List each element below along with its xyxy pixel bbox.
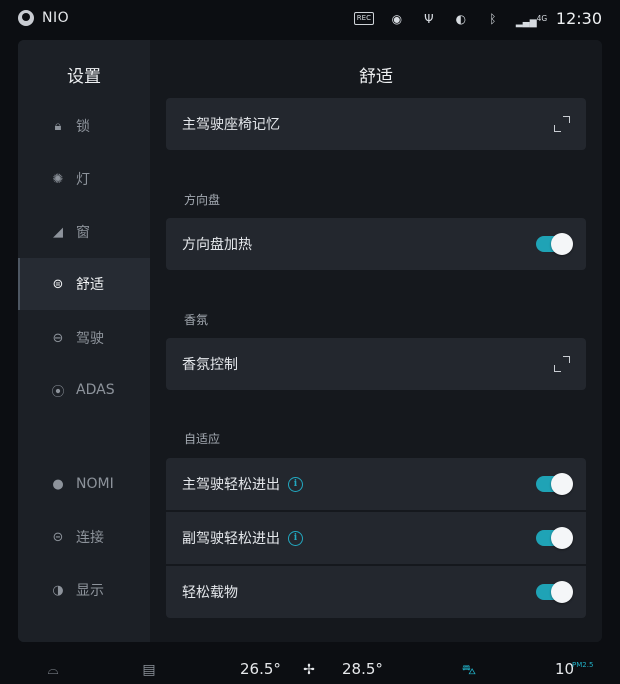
section-fragrance: 香氛 <box>184 313 209 327</box>
driver-easy-entry-row: 主驾驶轻松进出 i <box>166 458 586 510</box>
brand-label: NIO <box>42 10 70 26</box>
steering-heat-toggle[interactable] <box>536 233 573 255</box>
info-icon[interactable]: i <box>288 476 303 492</box>
toggle-knob <box>551 527 573 549</box>
signal-icon: ▂▄▆4G <box>515 13 548 28</box>
sidebar-item-label: 驾驶 <box>76 331 104 347</box>
sidebar-item-label: NOMI <box>76 476 114 492</box>
nomi-icon: ● <box>52 476 64 492</box>
sidebar: 设置 🔒︎ 锁 ✺ 灯 ◢ 窗 ⊜ 舒适 ⊖ 驾驶 ⦿ ADAS ● NOMI <box>18 40 150 642</box>
settings-panel: 设置 🔒︎ 锁 ✺ 灯 ◢ 窗 ⊜ 舒适 ⊖ 驾驶 ⦿ ADAS ● NOMI <box>18 40 602 642</box>
sidebar-item-label: 连接 <box>76 530 104 546</box>
nio-logo-icon <box>18 10 34 26</box>
page-title: 舒适 <box>359 67 393 87</box>
sidebar-item-light[interactable]: ✺ 灯 <box>18 153 150 205</box>
expand-icon[interactable] <box>554 356 570 372</box>
sidebar-item-label: 灯 <box>76 172 90 188</box>
wireless-charge-icon: ◐ <box>455 11 467 26</box>
passenger-easy-entry-label: 副驾驶轻松进出 <box>182 531 280 547</box>
section-adaptive: 自适应 <box>184 432 221 446</box>
sidebar-item-display[interactable]: ◑ 显示 <box>18 564 150 616</box>
bluetooth-icon: ᛒ <box>489 11 497 26</box>
sidebar-item-comfort[interactable]: ⊜ 舒适 <box>18 258 150 310</box>
link-icon: ⊝ <box>52 529 64 545</box>
sidebar-title: 设置 <box>67 67 101 87</box>
right-temperature[interactable]: 28.5° <box>342 660 383 678</box>
sidebar-item-nomi[interactable]: ● NOMI <box>18 458 150 510</box>
steering-heat-row: 方向盘加热 <box>166 218 586 270</box>
rec-icon: REC <box>353 12 374 25</box>
sidebar-item-label: 锁 <box>76 119 90 135</box>
toggle-knob <box>551 581 573 603</box>
driver-easy-entry-label: 主驾驶轻松进出 <box>182 477 280 493</box>
seat-memory-label: 主驾驶座椅记忆 <box>182 117 280 133</box>
front-defrost-icon[interactable]: ⌓ <box>40 662 66 678</box>
sidebar-item-label: 舒适 <box>76 277 104 293</box>
signal-type: 4G <box>536 13 548 23</box>
rear-defrost-icon[interactable]: ▤ <box>136 662 162 678</box>
left-temperature[interactable]: 26.5° <box>240 660 281 678</box>
seat-memory-row[interactable]: 主驾驶座椅记忆 <box>166 98 586 150</box>
usb-icon: Ψ <box>424 11 434 26</box>
sidebar-item-driving[interactable]: ⊖ 驾驶 <box>18 312 150 364</box>
clock: 12:30 <box>555 9 602 28</box>
seat-comfort-icon: ⊜ <box>52 276 64 292</box>
adas-icon: ⦿ <box>51 384 65 400</box>
info-icon[interactable]: i <box>288 530 303 546</box>
window-icon: ◢ <box>53 224 63 240</box>
sidebar-item-lock[interactable]: 🔒︎ 锁 <box>18 100 150 152</box>
sidebar-item-connect[interactable]: ⊝ 连接 <box>18 511 150 563</box>
easy-load-toggle[interactable] <box>536 581 573 603</box>
steering-wheel-icon: ⊖ <box>52 330 64 346</box>
section-steering: 方向盘 <box>184 193 221 207</box>
expand-icon[interactable] <box>554 116 570 132</box>
sidebar-item-label: 窗 <box>76 225 90 241</box>
fragrance-control-label: 香氛控制 <box>182 357 238 373</box>
sidebar-item-label: 显示 <box>76 583 104 599</box>
easy-load-row: 轻松载物 <box>166 566 586 618</box>
pm25-label: PM2.5 <box>572 661 594 669</box>
comfort-content: 舒适 主驾驶座椅记忆 方向盘 方向盘加热 香氛 香氛控制 自适应 主驾驶轻松进出… <box>150 40 602 642</box>
lock-icon: 🔒︎ <box>54 118 62 134</box>
camera-icon: ◉ <box>391 11 403 26</box>
sidebar-item-label: ADAS <box>76 382 115 398</box>
passenger-easy-entry-toggle[interactable] <box>536 527 573 549</box>
sidebar-item-adas[interactable]: ⦿ ADAS <box>18 364 150 416</box>
status-bar: NIO REC ◉ Ψ ◐ ᛒ ▂▄▆4G 12:30 <box>0 0 620 40</box>
steering-heat-label: 方向盘加热 <box>182 237 252 253</box>
car-recirculation-icon[interactable]: ⛍ <box>456 662 482 678</box>
light-icon: ✺ <box>52 171 64 187</box>
passenger-easy-entry-row: 副驾驶轻松进出 i <box>166 512 586 564</box>
toggle-knob <box>551 473 573 495</box>
display-icon: ◑ <box>52 582 64 598</box>
fan-icon[interactable]: ✢ <box>296 662 322 678</box>
easy-load-label: 轻松载物 <box>182 585 238 601</box>
sidebar-item-window[interactable]: ◢ 窗 <box>18 206 150 258</box>
climate-bar: ⌓ ▤ 26.5° ✢ 28.5° ⛍ 10 PM2.5 <box>0 652 620 684</box>
driver-easy-entry-toggle[interactable] <box>536 473 573 495</box>
toggle-knob <box>551 233 573 255</box>
fragrance-control-row[interactable]: 香氛控制 <box>166 338 586 390</box>
